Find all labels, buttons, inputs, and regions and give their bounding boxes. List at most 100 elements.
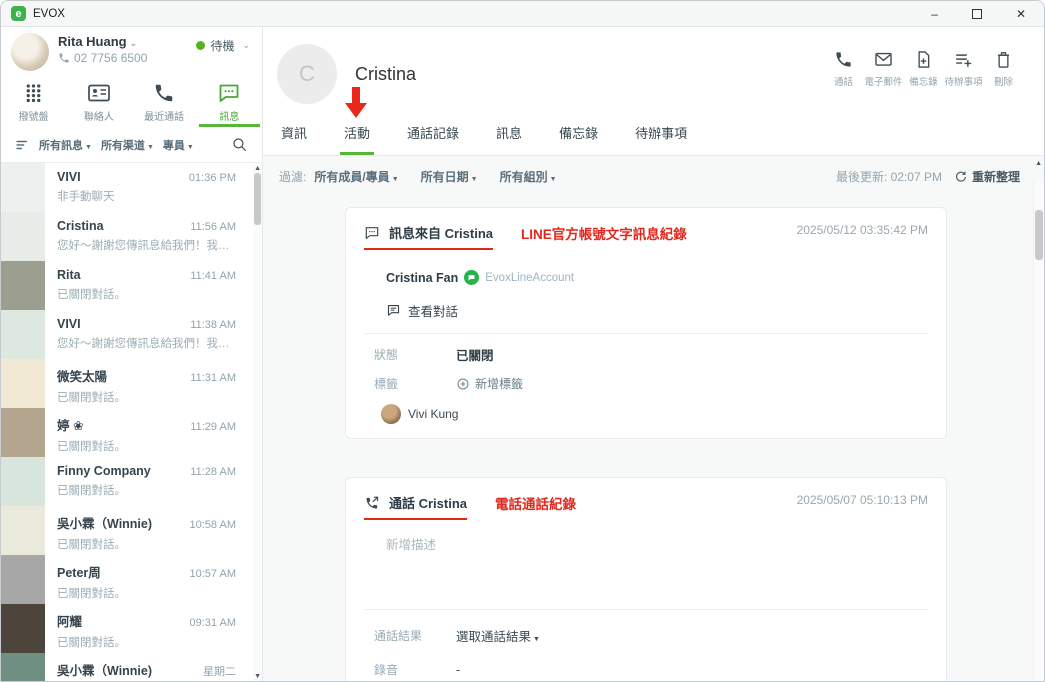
chat-time: 11:28 AM bbox=[190, 466, 236, 478]
user-phone: 02 7756 6500 bbox=[58, 51, 147, 65]
call-button[interactable]: 通話 bbox=[825, 50, 862, 88]
chat-name: 吳小霖（Winnie) bbox=[57, 513, 152, 532]
chat-time: 10:57 AM bbox=[190, 568, 236, 580]
message-card-title: 訊息來自 Cristina bbox=[364, 223, 493, 250]
filter-all-channels[interactable]: 所有渠道▼ bbox=[101, 137, 154, 153]
contact-name: Cristina bbox=[355, 64, 416, 85]
chat-list-item[interactable]: Peter周 10:57 AM 已關閉對話。 bbox=[1, 555, 262, 604]
chat-list-item[interactable]: VIVI 01:36 PM 非手動聊天 bbox=[1, 163, 262, 212]
status-field-label: 狀態 bbox=[374, 346, 456, 363]
chat-preview: 已關閉對話。 bbox=[57, 286, 236, 302]
scrollbar-thumb[interactable] bbox=[254, 173, 261, 225]
chat-list-item[interactable]: Cristina 11:56 AM 您好～謝謝您傳訊息給我們！我們的服務... bbox=[1, 212, 262, 261]
filter-dates-dropdown[interactable]: 所有日期▼ bbox=[421, 168, 478, 185]
recording-value: - bbox=[456, 663, 460, 677]
todo-button[interactable]: 待辦事項 bbox=[945, 50, 982, 88]
plus-circle-icon bbox=[456, 377, 470, 391]
chat-list-item[interactable]: 微笑太陽 11:31 AM 已關閉對話。 bbox=[1, 359, 262, 408]
call-result-dropdown[interactable]: 選取通話結果▼ bbox=[456, 626, 540, 645]
phone-icon bbox=[834, 50, 853, 69]
chat-preview: 已關閉對話。 bbox=[57, 482, 236, 498]
scrollbar-thumb[interactable] bbox=[1035, 210, 1043, 260]
activity-card-call: 通話 Cristina 電話通話紀錄 2025/05/07 05:10:13 P… bbox=[345, 477, 947, 682]
tab-activity[interactable]: 活動 bbox=[342, 117, 372, 155]
add-description-field[interactable]: 新增描述 bbox=[386, 534, 928, 596]
chat-preview: 已關閉對話。 bbox=[57, 536, 236, 552]
user-name-menu[interactable]: Rita Huang⌄ bbox=[58, 34, 147, 49]
tab-info[interactable]: 資訊 bbox=[279, 117, 309, 155]
nav-dialpad[interactable]: 撥號盤 bbox=[1, 77, 66, 127]
chat-avatar bbox=[1, 506, 45, 555]
contact-actions: 通話 電子郵件 備忘錄 待辦事項 bbox=[825, 44, 1022, 88]
divider bbox=[364, 333, 928, 334]
refresh-button[interactable]: 重新整理 bbox=[954, 168, 1020, 185]
tab-memos[interactable]: 備忘錄 bbox=[557, 117, 600, 155]
chat-time: 11:56 AM bbox=[190, 221, 236, 233]
main-scrollbar[interactable]: ▲ bbox=[1033, 182, 1044, 682]
chat-list-item[interactable]: 婷 ❀ 11:29 AM 已關閉對話。 bbox=[1, 408, 262, 457]
chat-avatar bbox=[1, 163, 45, 212]
tag-field-label: 標籤 bbox=[374, 375, 456, 392]
close-button[interactable]: ✕ bbox=[1016, 8, 1026, 20]
delete-button[interactable]: 刪除 bbox=[985, 50, 1022, 88]
chat-name: Peter周 bbox=[57, 562, 101, 581]
nav-recent-calls[interactable]: 最近通話 bbox=[132, 77, 197, 127]
status-field-value: 已關閉 bbox=[456, 345, 494, 364]
caret-down-icon: ▼ bbox=[147, 144, 154, 151]
chat-name: 微笑太陽 bbox=[57, 366, 107, 385]
scroll-down-icon[interactable]: ▼ bbox=[254, 673, 261, 680]
chat-preview: 您好～謝謝您傳訊息給我們！我們的服務... bbox=[57, 237, 236, 253]
line-contact-name: Cristina Fan bbox=[386, 271, 458, 285]
chat-avatar bbox=[1, 457, 45, 506]
chat-list-item[interactable]: 吳小霖（Winnie) 10:58 AM 已關閉對話。 bbox=[1, 506, 262, 555]
trash-icon bbox=[994, 50, 1013, 69]
filter-agents[interactable]: 專員▼ bbox=[163, 137, 194, 153]
sort-icon[interactable] bbox=[15, 138, 30, 152]
activity-owner: Vivi Kung bbox=[381, 404, 928, 424]
dialpad-icon bbox=[23, 81, 44, 105]
chat-list-item[interactable]: VIVI 11:38 AM 您好～謝謝您傳訊息給我們！我們的服務... bbox=[1, 310, 262, 359]
caret-down-icon: ▼ bbox=[471, 176, 478, 183]
chat-list-item[interactable]: 阿耀 09:31 AM 已關閉對話。 bbox=[1, 604, 262, 653]
chat-avatar bbox=[1, 359, 45, 408]
filter-members-dropdown[interactable]: 所有成員/專員▼ bbox=[314, 168, 398, 185]
chat-list-scrollbar[interactable]: ▲ ▼ bbox=[253, 163, 262, 682]
tab-call-log[interactable]: 通話記錄 bbox=[405, 117, 461, 155]
call-card-title: 通話 Cristina bbox=[364, 493, 467, 520]
phone-icon bbox=[153, 81, 175, 105]
contact-avatar: C bbox=[277, 44, 337, 104]
sidebar: Rita Huang⌄ 02 7756 6500 待機 ⌄ bbox=[1, 27, 263, 682]
chat-list-item[interactable]: 吳小霖（Winnie) 星期二 已關閉對話。 bbox=[1, 653, 262, 682]
chat-name: 婷 ❀ bbox=[57, 415, 83, 434]
chat-name: Cristina bbox=[57, 219, 104, 233]
annotation-arrow-icon bbox=[345, 87, 367, 119]
envelope-icon bbox=[874, 50, 893, 69]
user-profile: Rita Huang⌄ 02 7756 6500 待機 ⌄ bbox=[1, 27, 262, 73]
chat-avatar bbox=[1, 310, 45, 359]
message-contact-line: Cristina Fan EvoxLineAccount bbox=[386, 270, 928, 285]
tab-messages[interactable]: 訊息 bbox=[494, 117, 524, 155]
maximize-button[interactable] bbox=[972, 9, 982, 19]
red-annotation: LINE官方帳號文字訊息紀錄 bbox=[521, 223, 687, 243]
scroll-up-icon[interactable]: ▲ bbox=[1035, 160, 1042, 167]
chat-list-item[interactable]: Rita 11:41 AM 已關閉對話。 bbox=[1, 261, 262, 310]
chat-list-item[interactable]: Finny Company 11:28 AM 已關閉對話。 bbox=[1, 457, 262, 506]
contact-header: C Cristina 通話 電子郵件 備忘錄 bbox=[263, 27, 1044, 117]
presence-status[interactable]: 待機 ⌄ bbox=[196, 37, 250, 54]
chat-name: 吳小霖（Winnie) bbox=[57, 660, 152, 679]
view-conversation-link[interactable]: 查看對話 bbox=[386, 301, 928, 320]
chat-preview: 已關閉對話。 bbox=[57, 438, 236, 454]
tab-todos[interactable]: 待辦事項 bbox=[633, 117, 689, 155]
minimize-button[interactable]: – bbox=[931, 8, 938, 20]
nav-contacts[interactable]: 聯絡人 bbox=[66, 77, 131, 127]
filter-groups-dropdown[interactable]: 所有組別▼ bbox=[500, 168, 557, 185]
add-tag-button[interactable]: 新增標籤 bbox=[456, 375, 523, 392]
filter-all-messages[interactable]: 所有訊息▼ bbox=[39, 137, 92, 153]
user-avatar[interactable] bbox=[11, 33, 49, 71]
scroll-up-icon[interactable]: ▲ bbox=[254, 165, 261, 172]
evox-logo-icon: e bbox=[11, 6, 26, 21]
memo-button[interactable]: 備忘錄 bbox=[905, 50, 942, 88]
email-button[interactable]: 電子郵件 bbox=[865, 50, 902, 88]
search-icon[interactable] bbox=[231, 136, 248, 153]
nav-messages[interactable]: 訊息 bbox=[197, 77, 262, 127]
